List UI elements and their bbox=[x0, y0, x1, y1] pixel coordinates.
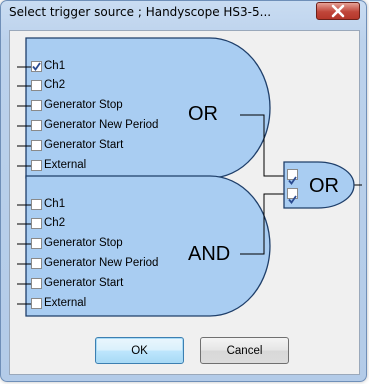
and-gate-input-row[interactable]: External bbox=[31, 297, 211, 310]
or-gate-input-row[interactable]: Generator Start bbox=[31, 139, 211, 152]
or-gate-input-label: Generator Stop bbox=[44, 99, 123, 111]
and-gate-input-checkbox[interactable] bbox=[31, 199, 42, 210]
or-gate-input-row[interactable]: Ch2 bbox=[31, 79, 211, 92]
checkmark-icon bbox=[32, 62, 41, 71]
and-gate-input-label: Ch2 bbox=[44, 217, 66, 229]
and-gate-input-label: External bbox=[44, 297, 87, 309]
and-gate-input-row[interactable]: Ch1 bbox=[31, 198, 211, 211]
and-gate-input-row[interactable]: Generator New Period bbox=[31, 257, 211, 270]
final-or-gate-label: OR bbox=[309, 175, 339, 197]
or-gate-input-checkbox[interactable] bbox=[31, 61, 42, 72]
final-input-and-checkbox[interactable] bbox=[287, 188, 298, 204]
cancel-button[interactable]: Cancel bbox=[200, 337, 289, 364]
and-gate-input-row[interactable]: Ch2 bbox=[31, 217, 211, 230]
or-gate-input-label: Ch2 bbox=[44, 79, 66, 91]
or-gate-input-label: Generator Start bbox=[44, 139, 124, 151]
checkmark-icon bbox=[288, 176, 297, 185]
or-gate-input-checkbox[interactable] bbox=[31, 120, 42, 131]
or-gate-input-label: Ch1 bbox=[44, 60, 66, 72]
or-gate-input-checkbox[interactable] bbox=[31, 140, 42, 151]
and-gate-input-label: Generator New Period bbox=[44, 257, 159, 269]
and-gate-input-checkbox[interactable] bbox=[31, 298, 42, 309]
final-input-or-checkbox[interactable] bbox=[287, 169, 298, 185]
and-gate-input-checkbox[interactable] bbox=[31, 278, 42, 289]
and-gate-input-checkbox[interactable] bbox=[31, 238, 42, 249]
or-gate-input-row[interactable]: External bbox=[31, 159, 211, 172]
and-gate-input-checkbox[interactable] bbox=[31, 258, 42, 269]
and-gate-input-label: Ch1 bbox=[44, 198, 66, 210]
or-gate-input-checkbox[interactable] bbox=[31, 100, 42, 111]
or-gate-input-label: Generator New Period bbox=[44, 119, 159, 131]
or-gate-input-label: External bbox=[44, 159, 87, 171]
and-gate-input-row[interactable]: Generator Start bbox=[31, 277, 211, 290]
checkmark-icon bbox=[288, 195, 297, 204]
or-gate-input-row[interactable]: Ch1 bbox=[31, 60, 211, 73]
or-gate-input-row[interactable]: Generator Stop bbox=[31, 99, 211, 112]
or-gate-input-row[interactable]: Generator New Period bbox=[31, 119, 211, 132]
and-gate-input-checkbox[interactable] bbox=[31, 218, 42, 229]
and-gate-input-label: Generator Stop bbox=[44, 237, 123, 249]
or-gate-input-checkbox[interactable] bbox=[31, 160, 42, 171]
or-gate-input-checkbox[interactable] bbox=[31, 80, 42, 91]
and-gate-input-label: Generator Start bbox=[44, 277, 124, 289]
ok-button[interactable]: OK bbox=[95, 337, 184, 364]
and-gate-input-row[interactable]: Generator Stop bbox=[31, 237, 211, 250]
